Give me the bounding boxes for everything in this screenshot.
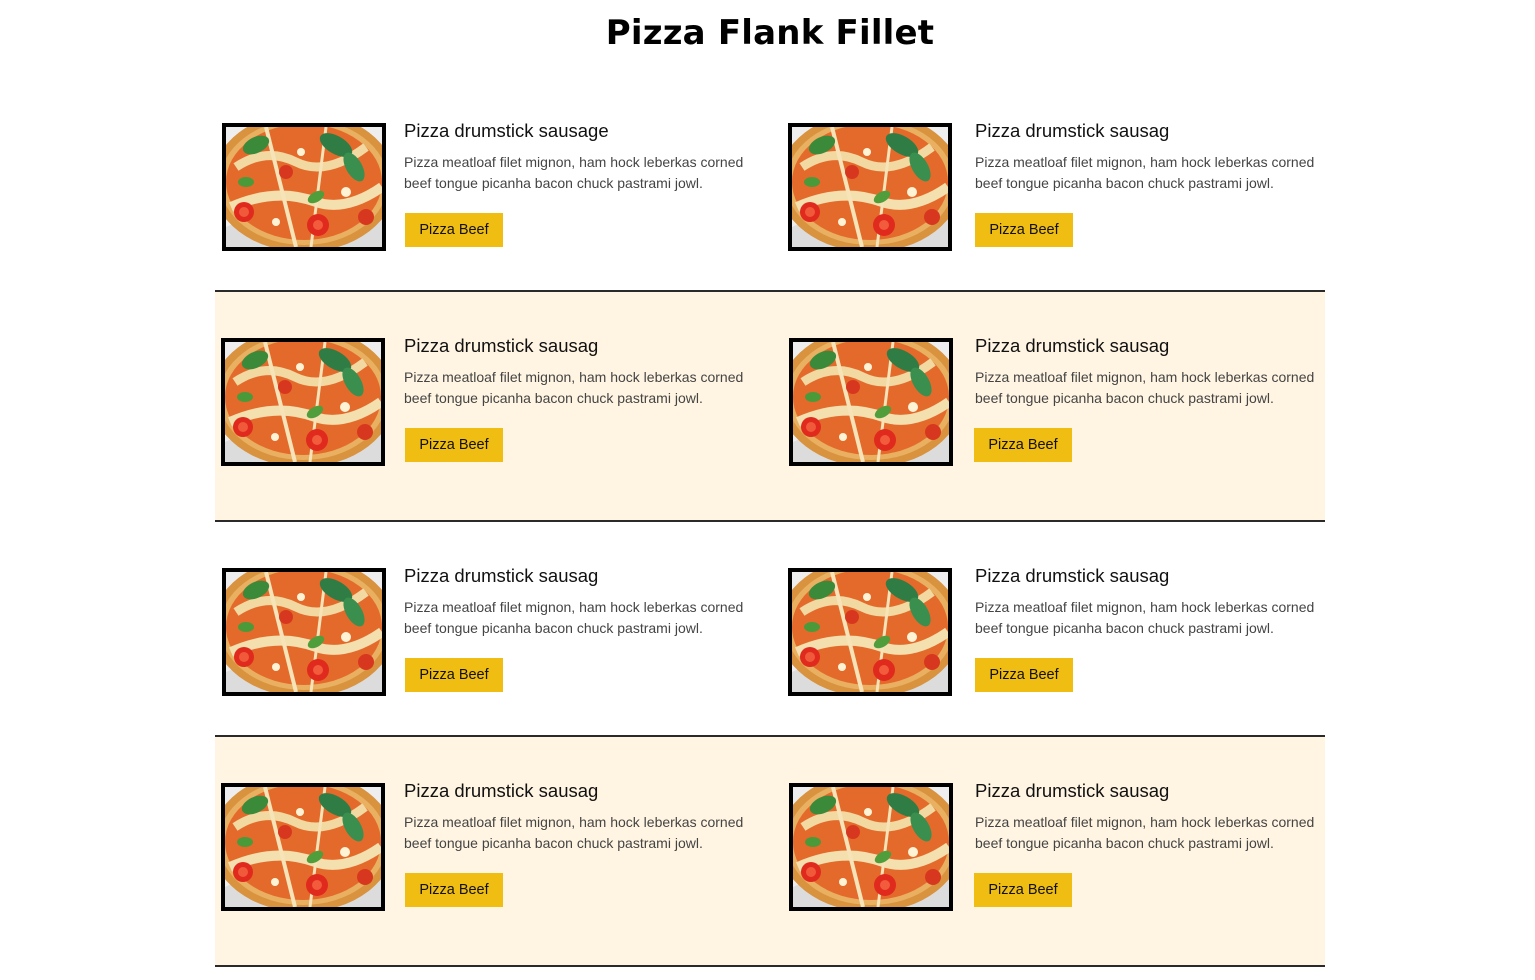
pizza-beef-button[interactable]: Pizza Beef: [974, 873, 1072, 907]
pizza-image: [788, 123, 952, 251]
card-description: Pizza meatloaf filet mignon, ham hock le…: [975, 814, 1315, 851]
row-divider: [215, 735, 1325, 737]
pizza-image: [789, 783, 953, 911]
pizza-image: [788, 568, 952, 696]
card-description: Pizza meatloaf filet mignon, ham hock le…: [975, 154, 1315, 191]
pizza-beef-button[interactable]: Pizza Beef: [405, 428, 503, 462]
pizza-image: [789, 338, 953, 466]
card-title: Pizza drumstick sausag: [975, 780, 1170, 801]
pizza-beef-button[interactable]: Pizza Beef: [405, 873, 503, 907]
pizza-image: [222, 568, 386, 696]
card-title: Pizza drumstick sausage: [404, 120, 609, 141]
card-title: Pizza drumstick sausag: [975, 120, 1170, 141]
card-title: Pizza drumstick sausag: [404, 335, 599, 356]
card-description: Pizza meatloaf filet mignon, ham hock le…: [404, 599, 744, 636]
pizza-image: [221, 783, 385, 911]
page: Pizza Flank Fillet Pizza drumstick sausa…: [0, 0, 1535, 980]
card-title: Pizza drumstick sausag: [404, 565, 599, 586]
row-divider: [215, 965, 1325, 967]
pizza-image: [222, 123, 386, 251]
card-title: Pizza drumstick sausag: [404, 780, 599, 801]
pizza-beef-button[interactable]: Pizza Beef: [975, 658, 1073, 692]
card-description: Pizza meatloaf filet mignon, ham hock le…: [404, 369, 744, 406]
row-divider: [215, 520, 1325, 522]
card-description: Pizza meatloaf filet mignon, ham hock le…: [404, 814, 744, 851]
page-title: Pizza Flank Fillet: [605, 13, 935, 53]
card-description: Pizza meatloaf filet mignon, ham hock le…: [404, 154, 744, 191]
pizza-beef-button[interactable]: Pizza Beef: [405, 213, 503, 247]
pizza-beef-button[interactable]: Pizza Beef: [974, 428, 1072, 462]
card-description: Pizza meatloaf filet mignon, ham hock le…: [975, 599, 1315, 636]
pizza-beef-button[interactable]: Pizza Beef: [975, 213, 1073, 247]
pizza-beef-button[interactable]: Pizza Beef: [405, 658, 503, 692]
card-description: Pizza meatloaf filet mignon, ham hock le…: [975, 369, 1315, 406]
card-title: Pizza drumstick sausag: [975, 335, 1170, 356]
card-title: Pizza drumstick sausag: [975, 565, 1170, 586]
pizza-image: [221, 338, 385, 466]
row-divider: [215, 290, 1325, 292]
